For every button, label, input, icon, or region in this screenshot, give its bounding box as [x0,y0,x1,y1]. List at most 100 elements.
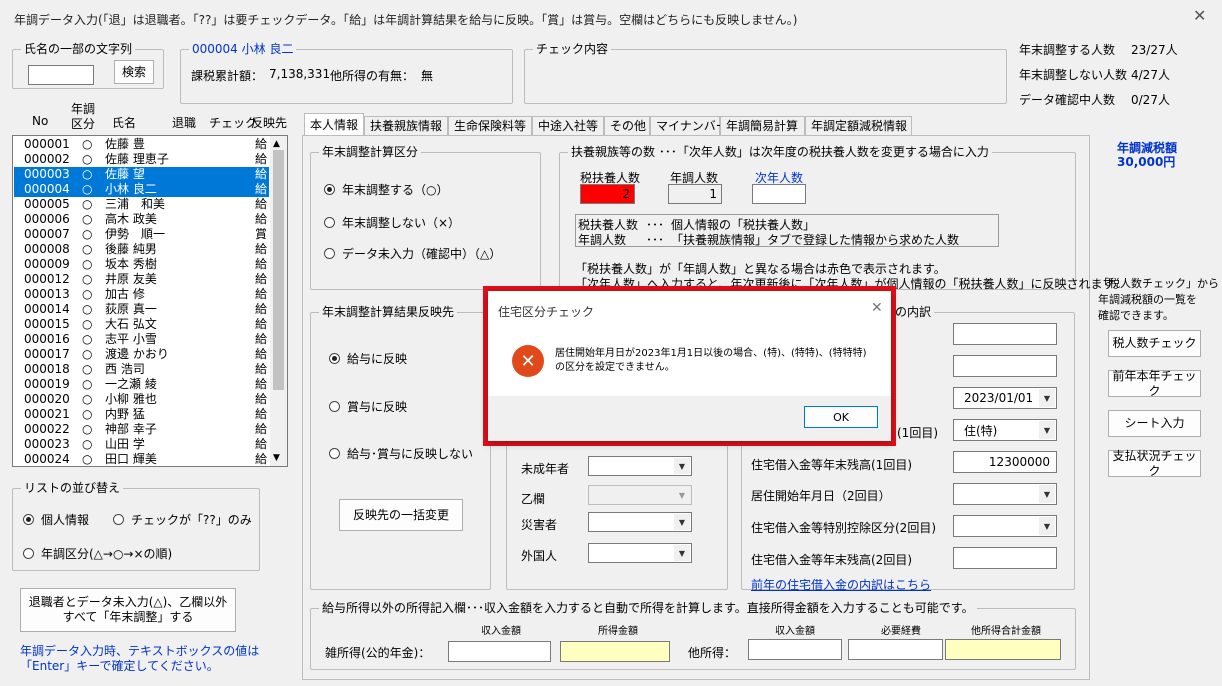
tab-5[interactable]: マイナンバー [650,116,728,135]
close-icon[interactable]: ✕ [1193,6,1206,25]
pension-income-field[interactable] [448,641,551,662]
scroll-down-icon[interactable]: ▼ [273,453,280,463]
kyoju-date2-combo[interactable]: ▼ [953,483,1057,505]
list-item[interactable]: 000014 ○ 荻原 真一 給 [14,302,269,317]
list-item[interactable]: 000017 ○ 渡邊 かおり 給 [14,347,269,362]
list-cell-no: 000020 [24,392,70,406]
list-rows: 000001 ○ 佐藤 豊給 000002 ○ 佐藤 理恵子給 000003 ○ 佐藤 望給 00… [14,137,272,466]
sort-option-label: 個人情報 [41,513,90,527]
kyoju-date1-combo[interactable]: 2023/01/01 ▼ [953,387,1057,409]
tab-2[interactable]: 生命保険料等 [448,116,532,135]
hanei-option-shoyo[interactable]: 賞与に反映 [329,398,407,415]
fuyou-legend: 扶養親族等の数 ･･･「次年人数」は次年度の税扶養人数を変更する場合に入力 [568,145,992,159]
prev-year-jutaku-link[interactable]: 前年の住宅借入金の内訳はこちら [751,576,931,593]
tab-7[interactable]: 年調定額減税情報 [805,116,912,135]
nencho-option-no[interactable]: 年末調整しない（×） [324,214,460,231]
ok-button[interactable]: OK [804,406,878,428]
list-item[interactable]: 000022 ○ 神部 幸子 給 [14,422,269,437]
tab-4[interactable]: その他 [604,116,650,135]
zandaka2-field[interactable] [953,547,1057,569]
kubun2-combo[interactable]: ▼ [953,515,1057,537]
dialog-close-icon[interactable]: ✕ [871,300,883,316]
list-item[interactable]: 000015 ○ 大石 弘文 給 [14,317,269,332]
list-cell-dest: 給 [255,302,268,316]
list-cell-name: 佐藤 望 [105,167,145,181]
list-item[interactable]: 000023 ○ 山田 学 給 [14,437,269,452]
kubun1-combo[interactable]: 住(特) ▼ [953,419,1057,441]
list-item[interactable]: 000019 ○ 一之瀬 綾 給 [14,377,269,392]
chevron-down-icon: ▼ [674,545,690,561]
list-cell-dest: 給 [255,257,268,271]
prev-current-check-button[interactable]: 前年本年チェック [1108,369,1201,398]
list-item[interactable]: 000020 ○ 小柳 雅也 給 [14,392,269,407]
radio-icon [329,353,340,364]
bulk-nencho-button[interactable]: 退職者とデータ未入力(△)、乙欄以外 すべて「年末調整」する [20,588,236,632]
list-item[interactable]: 000006 ○ 高木 政美 給 [14,212,269,227]
sheet-input-button[interactable]: シート入力 [1108,410,1201,437]
tab-0[interactable]: 本人情報 [304,113,364,136]
chevron-down-icon: ▼ [1039,517,1055,535]
search-button[interactable]: 検索 [114,60,154,84]
bulk-button-line: 退職者とデータ未入力(△)、乙欄以外 [28,595,228,609]
list-item[interactable]: 000003 ○ 佐藤 望 給 [14,167,269,182]
tab-1[interactable]: 扶養親族情報 [364,116,448,135]
scroll-thumb[interactable] [273,150,284,390]
list-item[interactable]: 000001 ○ 佐藤 豊 給 [14,137,269,152]
sort-option-personal[interactable]: 個人情報 [23,511,89,528]
list-item[interactable]: 000008 ○ 後藤 純男 給 [14,242,269,257]
name-search-input[interactable] [28,65,94,85]
other-income-field[interactable] [748,639,842,660]
list-item[interactable]: 000007 ○ 伊勢 順一 賞 [14,227,269,242]
list-scrollbar[interactable]: ▲ ▼ [270,136,287,466]
nencho-kubun-group: 年末調整計算区分 年末調整する（○） 年末調整しない（×） データ未入力（確認中… [310,145,541,290]
scroll-up-icon[interactable]: ▲ [273,139,280,149]
list-item[interactable]: 000021 ○ 内野 猛 給 [14,407,269,422]
list-header-dest: 反映先 [251,116,288,130]
saigai-combo[interactable]: ▼ [588,512,692,532]
payment-status-check-button[interactable]: 支払状況チェック [1108,449,1201,478]
nencho-option-yes[interactable]: 年末調整する（○） [324,181,448,198]
zei-ninzu-check-button[interactable]: 税人数チェック [1108,330,1201,357]
employee-listbox[interactable]: 000001 ○ 佐藤 豊給 000002 ○ 佐藤 理恵子給 000003 ○ 佐藤 望給 00… [12,135,288,467]
list-item[interactable]: 000016 ○ 志平 小雪 給 [14,332,269,347]
jutaku-field-1[interactable] [953,323,1057,345]
pension-shotoku-field[interactable] [560,641,670,662]
list-item[interactable]: 000005 ○ 三浦 和美 給 [14,197,269,212]
list-cell-k: ○ [82,302,93,316]
fuyou-group: 扶養親族等の数 ･･･「次年人数」は次年度の税扶養人数を変更する場合に入力 税扶… [559,145,1125,291]
jutaku-field-2[interactable] [953,355,1057,377]
list-cell-no: 000002 [24,152,70,166]
hanei-bulk-change-button[interactable]: 反映先の一括変更 [339,499,463,531]
gaikoku-combo[interactable]: ▼ [588,543,692,563]
zandaka2-label: 住宅借入金等年末残高(2回目) [751,553,912,567]
nencho-kubun-legend: 年末調整計算区分 [319,145,422,159]
hanei-group: 年末調整計算結果反映先 給与に反映 賞与に反映 給与･賞与に反映しない 反映先の… [310,305,491,590]
list-item[interactable]: 000004 ○ 小林 良二 給 [14,182,269,197]
list-cell-k: ○ [82,137,93,151]
list-item[interactable]: 000012 ○ 井原 友美 給 [14,272,269,287]
taxable-value: 7,138,331 [269,67,331,81]
tab-3[interactable]: 中途入社等 [532,116,604,135]
tab-6[interactable]: 年調簡易計算 [720,116,805,135]
jinen-ninzu-field[interactable] [752,184,806,204]
list-item[interactable]: 000024 ○ 田口 輝美 給 [14,452,269,466]
list-item[interactable]: 000013 ○ 加古 修 給 [14,287,269,302]
hanei-option-none[interactable]: 給与･賞与に反映しない [329,445,473,462]
sort-option-kubun[interactable]: 年調区分(△→○→×の順) [23,545,172,562]
shotoku-header: 所得金額 [598,626,638,637]
list-cell-no: 000022 [24,422,70,436]
zei-fuyou-field[interactable]: 2 [580,184,635,204]
other-keihi-field[interactable] [848,639,943,660]
sort-option-check[interactable]: チェックが「??」のみ [113,511,252,528]
list-item[interactable]: 000018 ○ 西 浩司 給 [14,362,269,377]
list-cell-dest: 給 [255,407,268,421]
miseinen-combo[interactable]: ▼ [588,456,692,476]
list-cell-dest: 給 [255,182,268,196]
list-item[interactable]: 000002 ○ 佐藤 理恵子 給 [14,152,269,167]
nencho-option-pending[interactable]: データ未入力（確認中）（△） [324,245,501,262]
zandaka1-field[interactable]: 12300000 [953,451,1057,473]
other-total-field[interactable] [945,639,1061,660]
list-cell-no: 000001 [24,137,70,151]
list-item[interactable]: 000009 ○ 坂本 秀樹 給 [14,257,269,272]
hanei-option-kyuyo[interactable]: 給与に反映 [329,350,407,367]
